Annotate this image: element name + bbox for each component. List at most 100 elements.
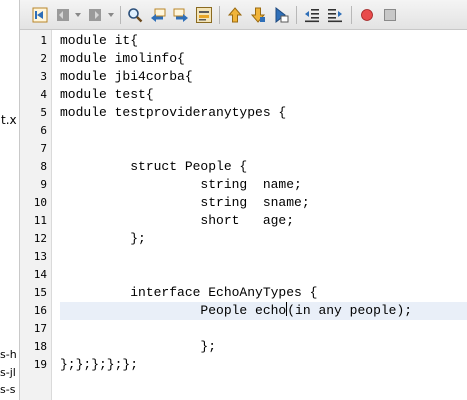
- code-line[interactable]: 5 module testprovideranytypes {: [20, 104, 467, 122]
- code-editor[interactable]: 1 module it{ 2 module imolinfo{ 3 module jbi4…: [20, 30, 467, 400]
- shift-left-icon: [305, 9, 319, 23]
- last-edit-icon: [32, 7, 48, 23]
- code-text[interactable]: };};};};};: [60, 356, 467, 374]
- line-number: 8: [40, 160, 47, 173]
- background-text-fragment: s-h: [0, 348, 17, 361]
- code-text[interactable]: [60, 248, 467, 266]
- code-text[interactable]: [60, 266, 467, 284]
- toolbar-separator: [351, 6, 352, 24]
- find-button[interactable]: [126, 6, 144, 24]
- line-number: 4: [40, 88, 47, 101]
- code-text-before-caret: People echo: [60, 303, 287, 318]
- forward-dropdown-icon[interactable]: [108, 13, 114, 17]
- toggle-highlight-icon: [196, 7, 212, 23]
- ide-window: t.x s-h s-jl s-s 1 module it{2 module i…: [0, 0, 467, 400]
- line-number: 15: [33, 286, 47, 299]
- code-text[interactable]: module testprovideranytypes {: [60, 104, 467, 122]
- background-text-fragment: s-jl: [0, 366, 16, 379]
- back-button[interactable]: [54, 6, 72, 24]
- code-line[interactable]: 4 module test{: [20, 86, 467, 104]
- line-number: 19: [33, 358, 47, 371]
- find-icon: [128, 8, 143, 23]
- code-line[interactable]: 10 string sname;: [20, 194, 467, 212]
- code-text[interactable]: module it{: [60, 32, 467, 50]
- line-number: 5: [40, 106, 47, 119]
- code-line[interactable]: 18 };: [20, 338, 467, 356]
- code-line[interactable]: 11 short age;: [20, 212, 467, 230]
- code-text[interactable]: string name;: [60, 176, 467, 194]
- find-next-icon: [173, 8, 188, 22]
- code-text[interactable]: [60, 320, 467, 338]
- background-text-fragment: s-s: [0, 383, 16, 396]
- line-number: 16: [33, 304, 47, 317]
- code-line[interactable]: 9 string name;: [20, 176, 467, 194]
- shift-right-icon: [328, 9, 342, 23]
- code-line[interactable]: 7: [20, 140, 467, 158]
- code-line[interactable]: 8 struct People {: [20, 158, 467, 176]
- line-number: 18: [33, 340, 47, 353]
- code-line[interactable]: 16 People echo(in any people);: [20, 302, 467, 320]
- code-text[interactable]: };: [60, 338, 467, 356]
- find-previous-icon: [151, 8, 166, 22]
- toggle-bookmark-icon: [275, 6, 289, 24]
- code-line[interactable]: 15 interface EchoAnyTypes {: [20, 284, 467, 302]
- toggle-bookmark-button[interactable]: [272, 6, 290, 24]
- code-line[interactable]: 6: [20, 122, 467, 140]
- previous-bookmark-button[interactable]: [226, 6, 244, 24]
- code-text[interactable]: People echo(in any people);: [60, 302, 467, 320]
- code-text[interactable]: string sname;: [60, 194, 467, 212]
- shift-left-button[interactable]: [303, 6, 321, 24]
- stop-macro-button[interactable]: [381, 6, 399, 24]
- toolbar-separator: [296, 6, 297, 24]
- line-number: 2: [40, 52, 47, 65]
- background-text-fragment: t.x: [1, 113, 17, 127]
- editor-toolbar: [20, 0, 467, 30]
- next-bookmark-button[interactable]: [249, 6, 267, 24]
- code-line[interactable]: 19};};};};};: [20, 356, 467, 374]
- find-next-button[interactable]: [172, 6, 190, 24]
- line-number: 9: [40, 178, 47, 191]
- code-line[interactable]: 12 };: [20, 230, 467, 248]
- line-number: 17: [33, 322, 47, 335]
- code-text[interactable]: interface EchoAnyTypes {: [60, 284, 467, 302]
- code-text[interactable]: module jbi4corba{: [60, 68, 467, 86]
- code-line[interactable]: 2 module imolinfo{: [20, 50, 467, 68]
- background-window: t.x s-h s-jl s-s: [0, 0, 20, 400]
- line-number: 6: [40, 124, 47, 137]
- code-text-after-caret: (in any people);: [287, 303, 413, 318]
- find-previous-button[interactable]: [149, 6, 167, 24]
- line-number: 10: [33, 196, 47, 209]
- code-line[interactable]: 14: [20, 266, 467, 284]
- code-text[interactable]: module imolinfo{: [60, 50, 467, 68]
- shift-right-button[interactable]: [326, 6, 344, 24]
- line-number: 7: [40, 142, 47, 155]
- line-number: 11: [33, 214, 47, 227]
- line-number: 13: [33, 250, 47, 263]
- back-icon: [57, 9, 69, 21]
- start-macro-button[interactable]: [358, 6, 376, 24]
- code-line[interactable]: 1 module it{: [20, 32, 467, 50]
- forward-icon: [89, 9, 101, 21]
- toolbar-separator: [219, 6, 220, 24]
- line-number: 14: [33, 268, 47, 281]
- code-text[interactable]: };: [60, 230, 467, 248]
- stop-macro-icon: [384, 9, 396, 21]
- last-edit-button[interactable]: [31, 6, 49, 24]
- next-bookmark-icon: [250, 7, 266, 23]
- code-text[interactable]: [60, 122, 467, 140]
- toggle-highlight-button[interactable]: [195, 6, 213, 24]
- toolbar-separator: [120, 6, 121, 24]
- forward-button[interactable]: [86, 6, 104, 24]
- code-line[interactable]: 13: [20, 248, 467, 266]
- code-text[interactable]: short age;: [60, 212, 467, 230]
- line-number: 1: [40, 34, 47, 47]
- code-text[interactable]: struct People {: [60, 158, 467, 176]
- line-number: 3: [40, 70, 47, 83]
- code-text[interactable]: [60, 140, 467, 158]
- back-dropdown-icon[interactable]: [75, 13, 81, 17]
- code-text[interactable]: module test{: [60, 86, 467, 104]
- previous-bookmark-icon: [227, 7, 243, 23]
- line-number: 12: [33, 232, 47, 245]
- code-line[interactable]: 3 module jbi4corba{: [20, 68, 467, 86]
- code-line[interactable]: 17: [20, 320, 467, 338]
